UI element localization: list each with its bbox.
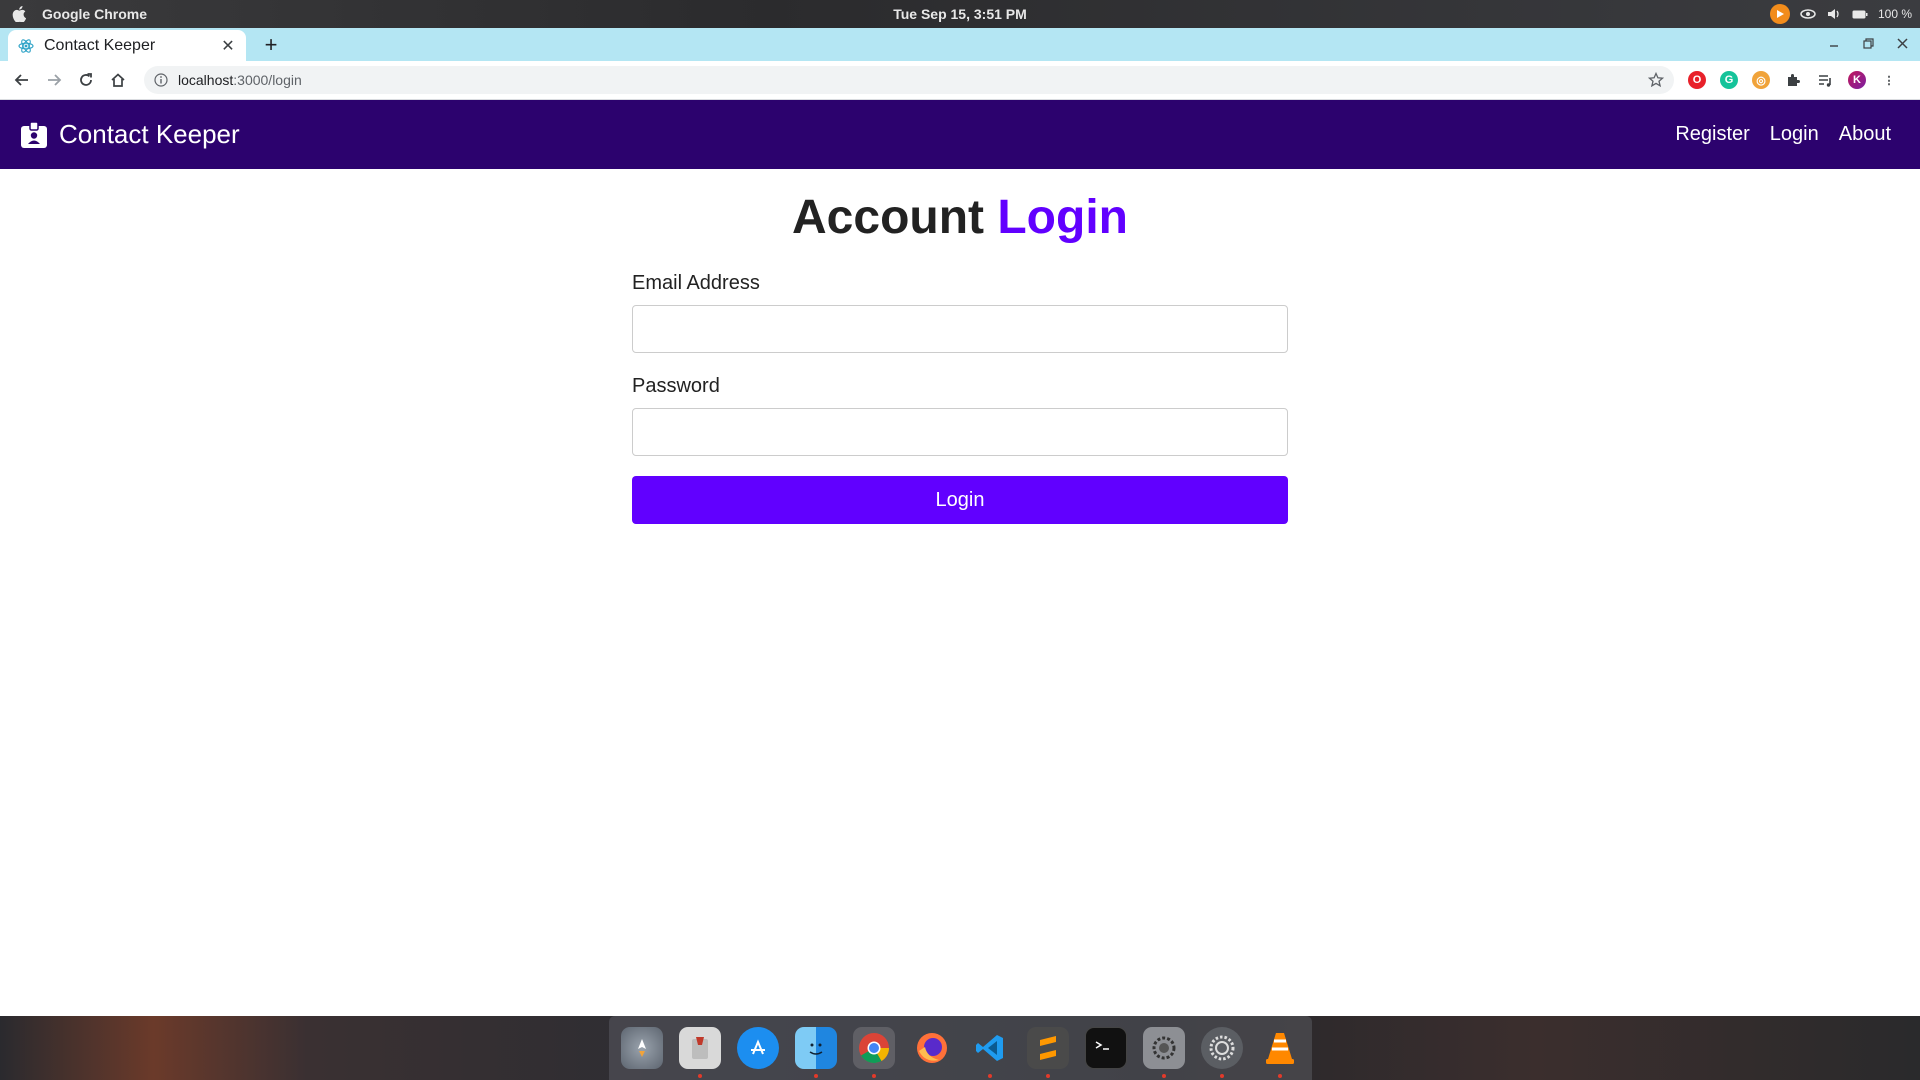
star-icon[interactable]: [1648, 72, 1664, 88]
launchpad-icon[interactable]: [620, 1027, 663, 1069]
profile-avatar[interactable]: K: [1848, 71, 1866, 89]
vlc-icon[interactable]: [1259, 1027, 1301, 1078]
close-tab-icon[interactable]: ✕: [220, 38, 236, 55]
page-title-accent: Login: [997, 191, 1128, 244]
chrome-icon[interactable]: [852, 1027, 895, 1078]
volume-icon[interactable]: [1826, 6, 1842, 22]
react-favicon-icon: [18, 38, 34, 54]
login-container: Account Login Email Address Password Log…: [632, 190, 1288, 524]
new-tab-icon[interactable]: +: [260, 32, 282, 57]
restore-icon[interactable]: [1860, 34, 1876, 52]
media-play-icon[interactable]: [1769, 4, 1790, 24]
utilities-icon[interactable]: [1142, 1027, 1185, 1078]
id-badge-icon: [20, 120, 48, 149]
system-tray: 100 %: [1769, 0, 1912, 28]
running-indicator: [1161, 1074, 1166, 1078]
script-editor-icon[interactable]: [678, 1027, 721, 1078]
nav-link-login[interactable]: Login: [1770, 123, 1819, 146]
home-icon[interactable]: [106, 68, 130, 92]
minimize-icon[interactable]: [1826, 34, 1842, 52]
brand-title: Contact Keeper: [59, 119, 240, 149]
extension-icon[interactable]: ◎: [1752, 71, 1770, 89]
brand[interactable]: Contact Keeper: [20, 119, 240, 150]
active-app-name[interactable]: Google Chrome: [42, 6, 147, 22]
browser-tab-strip: Contact Keeper ✕ +: [0, 28, 1920, 61]
running-indicator: [697, 1074, 702, 1078]
terminal-icon[interactable]: [1084, 1027, 1127, 1069]
running-indicator: [871, 1074, 876, 1078]
email-label: Email Address: [632, 272, 760, 294]
running-indicator: [813, 1074, 818, 1078]
close-window-icon[interactable]: [1894, 34, 1910, 52]
tab-title: Contact Keeper: [44, 36, 156, 54]
running-indicator: [1045, 1074, 1050, 1078]
page-title-plain: Account: [792, 191, 985, 244]
firefox-icon[interactable]: [911, 1027, 953, 1069]
email-group: Email Address: [632, 272, 1288, 353]
address-bar[interactable]: localhost:3000/login: [144, 66, 1674, 94]
clock[interactable]: Tue Sep 15, 3:51 PM: [893, 6, 1027, 22]
media-queue-icon[interactable]: [1816, 71, 1834, 89]
arrow-right-icon[interactable]: [42, 68, 66, 92]
more-menu-icon[interactable]: ⋮: [1880, 71, 1898, 89]
running-indicator: [987, 1074, 992, 1078]
password-field[interactable]: [632, 408, 1288, 456]
url-path: :3000/login: [233, 72, 302, 88]
finder-icon[interactable]: [794, 1027, 837, 1078]
vscode-icon[interactable]: [969, 1027, 1011, 1078]
reload-icon[interactable]: [74, 68, 98, 92]
dock: [609, 1016, 1312, 1080]
os-menu-bar: Google Chrome Tue Sep 15, 3:51 PM 100 %: [0, 0, 1920, 28]
nav-link-about[interactable]: About: [1839, 123, 1891, 146]
eye-icon[interactable]: [1800, 6, 1816, 22]
sublime-text-icon[interactable]: [1026, 1027, 1069, 1078]
info-icon[interactable]: [154, 73, 168, 87]
password-group: Password: [632, 375, 1288, 456]
app-store-icon[interactable]: [736, 1027, 779, 1069]
battery-icon[interactable]: [1852, 6, 1868, 22]
nav-links: Register Login About: [1675, 123, 1891, 146]
window-controls: [1826, 34, 1910, 52]
app-navbar: Contact Keeper Register Login About: [0, 100, 1920, 169]
browser-toolbar: localhost:3000/login O G ◎ K ⋮: [0, 61, 1920, 100]
grammarly-extension-icon[interactable]: G: [1720, 71, 1738, 89]
system-preferences-icon[interactable]: [1200, 1027, 1243, 1078]
email-field[interactable]: [632, 305, 1288, 353]
url-host: localhost: [178, 72, 234, 88]
login-form: Email Address Password Login: [632, 272, 1288, 524]
battery-percent: 100 %: [1877, 7, 1912, 21]
running-indicator: [1219, 1074, 1224, 1078]
puzzle-icon[interactable]: [1784, 71, 1802, 89]
browser-tab[interactable]: Contact Keeper ✕: [8, 30, 246, 61]
extensions-area: O G ◎ K ⋮: [1688, 71, 1898, 89]
login-button[interactable]: Login: [632, 476, 1288, 524]
page-title: Account Login: [632, 190, 1288, 246]
opera-extension-icon[interactable]: O: [1688, 71, 1706, 89]
password-label: Password: [632, 375, 720, 397]
nav-link-register[interactable]: Register: [1675, 123, 1749, 146]
apple-icon[interactable]: [10, 5, 28, 23]
running-indicator: [1277, 1074, 1282, 1078]
arrow-left-icon[interactable]: [10, 68, 34, 92]
